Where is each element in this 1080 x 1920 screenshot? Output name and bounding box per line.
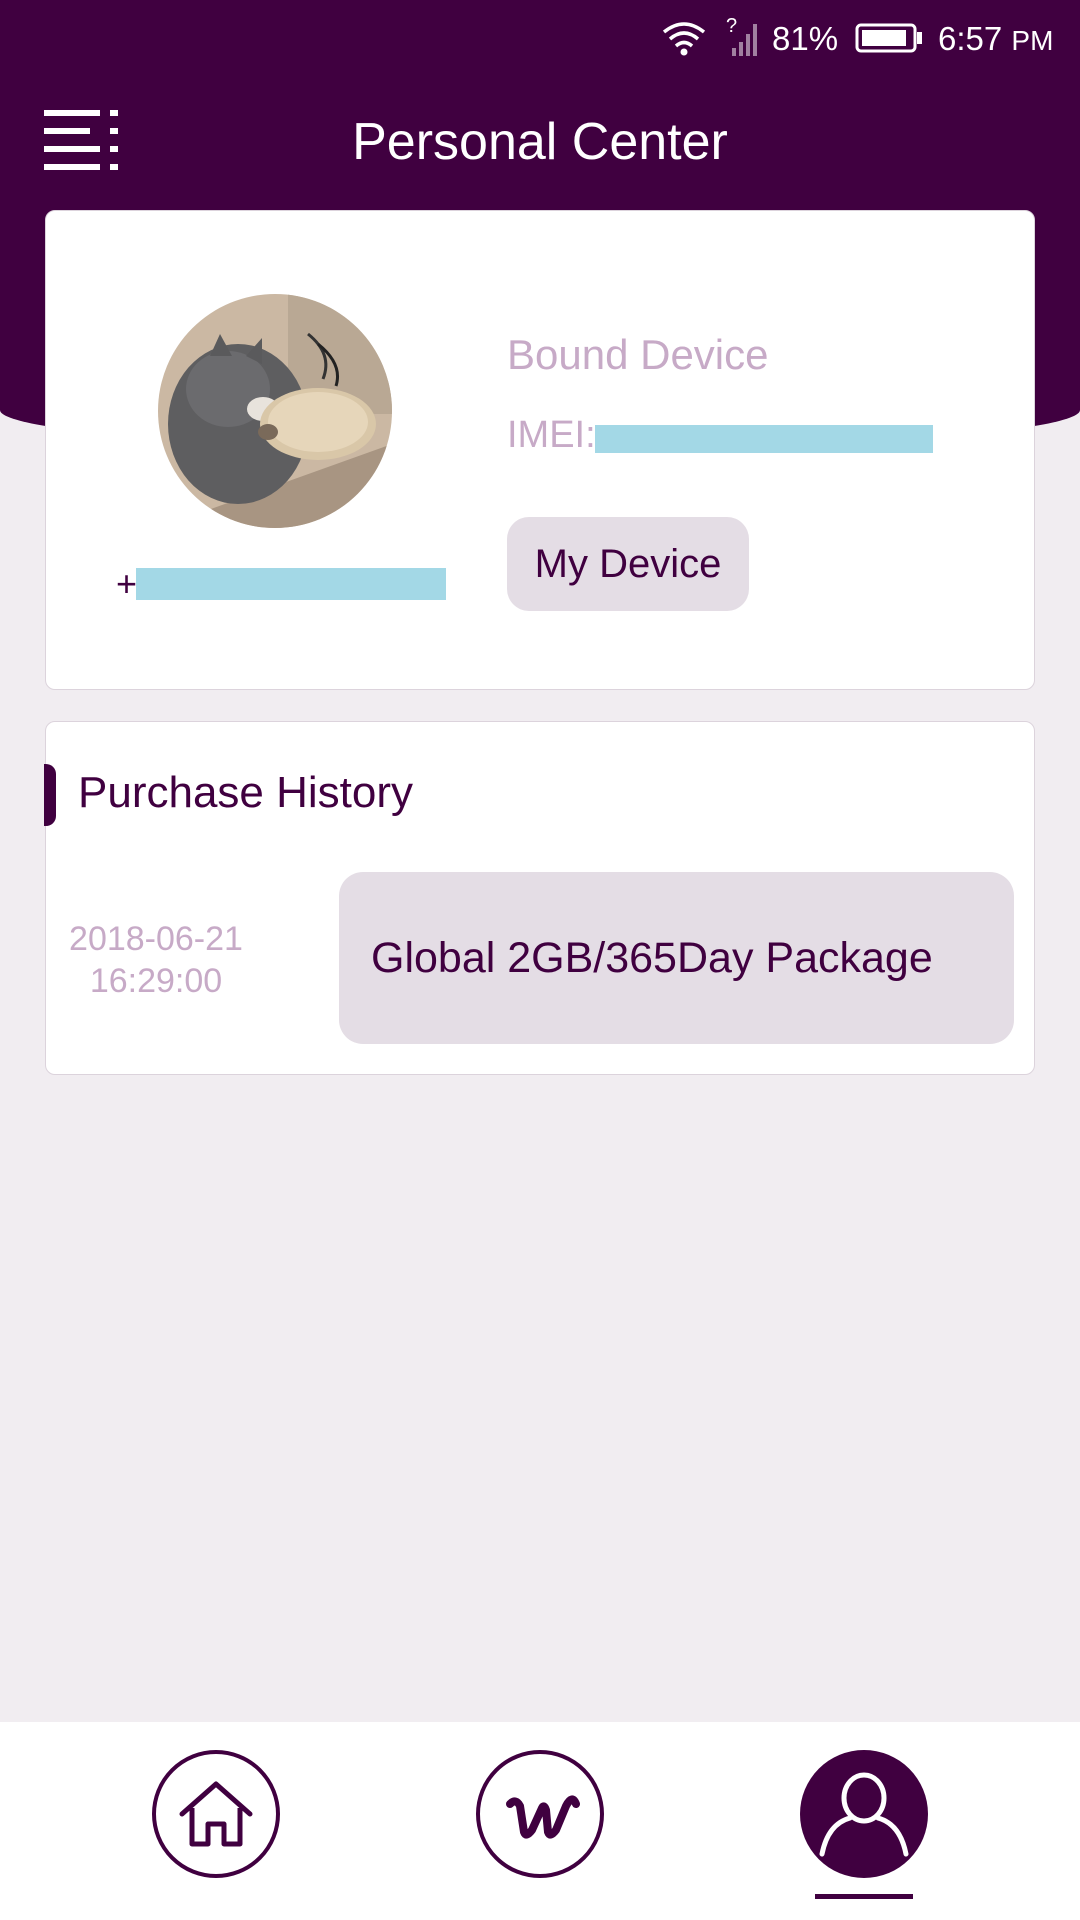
purchase-date-time: 16:29:00 [89, 962, 223, 1000]
purchase-date: 2018-06-21 16:29:00 [56, 918, 256, 1002]
imei-row: IMEI: [507, 414, 947, 457]
purchase-history-card: Purchase History 2018-06-21 16:29:00 Glo… [44, 721, 1035, 1075]
status-bar: ? 81% 6:57 PM [0, 0, 1080, 80]
user-icon [819, 1772, 909, 1857]
svg-text:?: ? [726, 16, 737, 37]
nav-brand-button[interactable] [476, 1750, 604, 1878]
imei-redaction [595, 425, 933, 453]
avatar[interactable] [158, 294, 392, 528]
signal-icon: ? [726, 16, 757, 56]
wifi-icon [662, 22, 706, 56]
bottom-nav [0, 1722, 1080, 1920]
section-marker [44, 764, 56, 826]
purchase-package[interactable]: Global 2GB/365Day Package [339, 872, 1014, 1044]
phone-prefix: + [116, 563, 138, 604]
clock: 6:57 PM [938, 20, 1053, 58]
home-icon [179, 1781, 253, 1847]
avatar-photo [158, 294, 392, 528]
battery-percent: 81% [772, 20, 839, 57]
profile-card: + Bound Device IMEI: My Device [45, 210, 1035, 690]
clock-time: 6:57 [938, 20, 1003, 57]
nav-profile-button[interactable] [800, 1750, 928, 1878]
phone-redaction [136, 568, 446, 600]
purchase-history-title: Purchase History [78, 768, 414, 817]
page-title: Personal Center [352, 113, 728, 171]
phone-number: + [116, 563, 446, 604]
bound-device-label: Bound Device [507, 331, 769, 378]
active-tab-indicator [815, 1894, 913, 1899]
brand-w-icon [506, 1795, 580, 1839]
imei-label: IMEI: [507, 414, 596, 456]
battery-icon [855, 23, 922, 53]
my-device-button[interactable]: My Device [507, 517, 749, 611]
clock-ampm: PM [1011, 25, 1054, 56]
purchase-date-day: 2018-06-21 [69, 920, 243, 958]
nav-home-button[interactable] [152, 1750, 280, 1878]
